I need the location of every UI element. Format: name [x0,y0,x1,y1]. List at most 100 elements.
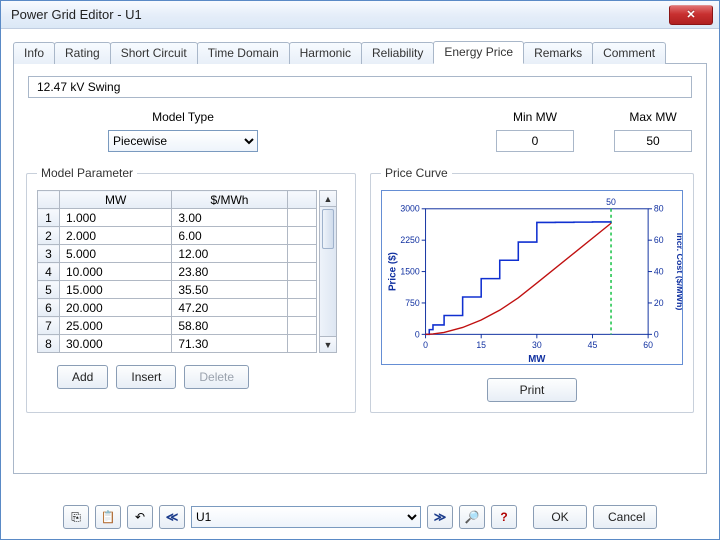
tab-reliability[interactable]: Reliability [361,42,434,64]
top-row: Model Type Piecewise Min MW Max MW [28,110,692,152]
cell-empty[interactable] [287,209,316,227]
model-buttons: Add Insert Delete [37,365,345,389]
table-row[interactable]: 35.00012.00 [38,245,317,263]
tab-rating[interactable]: Rating [54,42,111,64]
svg-text:0: 0 [423,340,428,350]
cell-empty[interactable] [287,317,316,335]
copy-icon[interactable]: ⎘ [63,505,89,529]
model-parameter-legend: Model Parameter [37,166,137,180]
svg-text:3000: 3000 [400,204,419,214]
svg-text:MW: MW [528,354,546,365]
scroll-up-icon[interactable]: ▲ [320,191,336,207]
model-type-select[interactable]: Piecewise [108,130,258,152]
min-mw-input[interactable] [496,130,574,152]
bottom-bar: ⎘ 📋 ↶ ≪ U1 ≫ 🔎 ? OK Cancel [1,505,719,529]
add-button[interactable]: Add [57,365,108,389]
svg-text:Incr. Cost ($/MWh): Incr. Cost ($/MWh) [675,233,683,311]
cell-price[interactable]: 3.00 [172,209,287,227]
tab-harmonic[interactable]: Harmonic [289,42,362,64]
cell-empty[interactable] [287,263,316,281]
cell-price[interactable]: 58.80 [172,317,287,335]
row-index[interactable]: 2 [38,227,60,245]
tab-remarks[interactable]: Remarks [523,42,593,64]
paste-icon[interactable]: 📋 [95,505,121,529]
cell-mw[interactable]: 5.000 [60,245,172,263]
mw-table[interactable]: MW$/MWh11.0003.0022.0006.0035.00012.0041… [37,190,317,353]
tabstrip: InfoRatingShort CircuitTime DomainHarmon… [13,39,707,64]
cell-mw[interactable]: 10.000 [60,263,172,281]
table-header [287,191,316,209]
svg-text:2250: 2250 [400,235,419,245]
cell-price[interactable]: 23.80 [172,263,287,281]
cell-mw[interactable]: 15.000 [60,281,172,299]
tab-energy-price[interactable]: Energy Price [433,41,524,64]
price-curve-group: Price Curve 0153045600750150022503000020… [370,166,694,413]
cancel-button[interactable]: Cancel [593,505,657,529]
cell-price[interactable]: 6.00 [172,227,287,245]
table-row[interactable]: 830.00071.30 [38,335,317,353]
table-header [38,191,60,209]
table-row[interactable]: 725.00058.80 [38,317,317,335]
cell-empty[interactable] [287,245,316,263]
svg-text:50: 50 [606,197,616,207]
scroll-thumb[interactable] [322,209,334,249]
last-icon[interactable]: ≫ [427,505,453,529]
close-icon[interactable]: ✕ [669,5,713,25]
table-row[interactable]: 515.00035.50 [38,281,317,299]
table-row[interactable]: 410.00023.80 [38,263,317,281]
panels: Model Parameter MW$/MWh11.0003.0022.0006… [26,166,694,413]
first-icon[interactable]: ≪ [159,505,185,529]
help-icon[interactable]: ? [491,505,517,529]
cell-price[interactable]: 35.50 [172,281,287,299]
tab-short-circuit[interactable]: Short Circuit [110,42,198,64]
cell-mw[interactable]: 2.000 [60,227,172,245]
ok-button[interactable]: OK [533,505,587,529]
cell-empty[interactable] [287,281,316,299]
print-row: Print [381,378,683,402]
cell-empty[interactable] [287,227,316,245]
max-mw-input[interactable] [614,130,692,152]
cell-price[interactable]: 47.20 [172,299,287,317]
row-index[interactable]: 8 [38,335,60,353]
cell-mw[interactable]: 30.000 [60,335,172,353]
print-button[interactable]: Print [487,378,577,402]
table-row[interactable]: 22.0006.00 [38,227,317,245]
row-index[interactable]: 1 [38,209,60,227]
table-row[interactable]: 11.0003.00 [38,209,317,227]
svg-text:750: 750 [405,298,420,308]
tab-time-domain[interactable]: Time Domain [197,42,290,64]
table-row[interactable]: 620.00047.20 [38,299,317,317]
cell-price[interactable]: 12.00 [172,245,287,263]
cell-mw[interactable]: 25.000 [60,317,172,335]
cell-price[interactable]: 71.30 [172,335,287,353]
swing-text: 12.47 kV Swing [37,80,120,94]
row-index[interactable]: 6 [38,299,60,317]
row-index[interactable]: 5 [38,281,60,299]
row-index[interactable]: 3 [38,245,60,263]
cell-mw[interactable]: 1.000 [60,209,172,227]
find-icon[interactable]: 🔎 [459,505,485,529]
cell-mw[interactable]: 20.000 [60,299,172,317]
svg-text:20: 20 [654,298,664,308]
insert-button[interactable]: Insert [116,365,176,389]
price-curve-legend: Price Curve [381,166,452,180]
scroll-track[interactable] [320,207,336,336]
tab-comment[interactable]: Comment [592,42,666,64]
cell-empty[interactable] [287,299,316,317]
row-index[interactable]: 7 [38,317,60,335]
svg-text:15: 15 [476,340,486,350]
row-index[interactable]: 4 [38,263,60,281]
window: Power Grid Editor - U1 ✕ InfoRatingShort… [0,0,720,540]
svg-text:45: 45 [588,340,598,350]
tab-info[interactable]: Info [13,42,55,64]
undo-icon[interactable]: ↶ [127,505,153,529]
element-selector[interactable]: U1 [191,506,421,528]
table-scrollbar[interactable]: ▲ ▼ [319,190,337,353]
table-wrap: MW$/MWh11.0003.0022.0006.0035.00012.0041… [37,190,345,353]
scroll-down-icon[interactable]: ▼ [320,336,336,352]
cell-empty[interactable] [287,335,316,353]
max-mw-label: Max MW [629,110,676,124]
svg-text:60: 60 [654,235,664,245]
svg-text:60: 60 [643,340,653,350]
swing-info: 12.47 kV Swing [28,76,692,98]
